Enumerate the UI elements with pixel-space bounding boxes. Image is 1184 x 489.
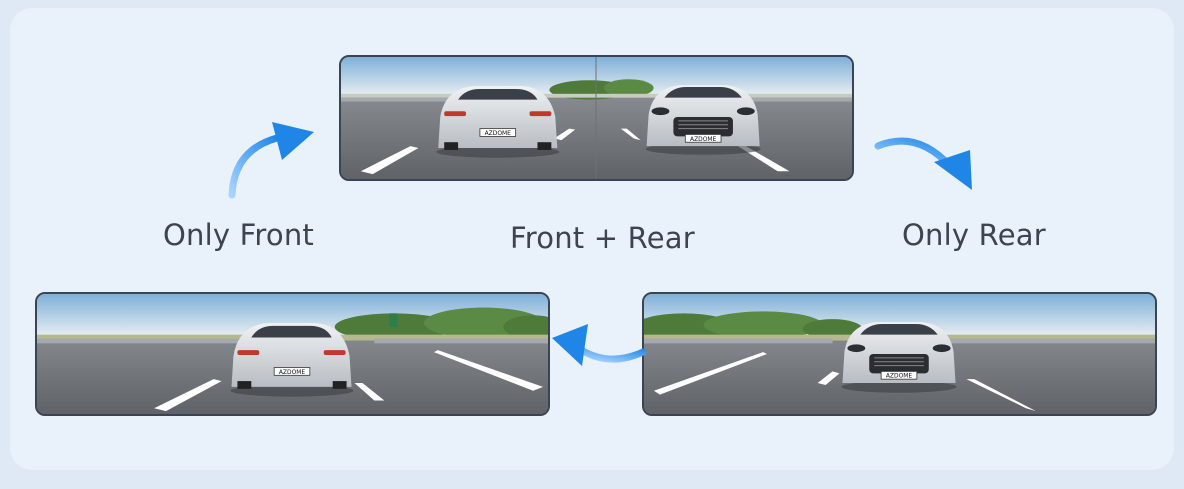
front-only-plate: AZDOME (279, 370, 306, 376)
rear-only-plate: AZDOME (886, 374, 913, 380)
rear-view-frame: AZDOME (642, 292, 1157, 416)
front-rear-label: Front + Rear (510, 221, 695, 255)
front-plate: AZDOME (690, 137, 717, 143)
rear-plate: AZDOME (485, 131, 512, 137)
arrow-up-right-icon (228, 122, 314, 199)
dual-view-frame: AZDOME AZDOME (339, 55, 854, 181)
only-rear-label: Only Rear (902, 218, 1046, 252)
arrow-down-right-icon (874, 137, 972, 190)
front-view-frame: AZDOME (35, 292, 550, 416)
arrow-left-icon (552, 324, 647, 366)
only-front-label: Only Front (163, 218, 314, 252)
